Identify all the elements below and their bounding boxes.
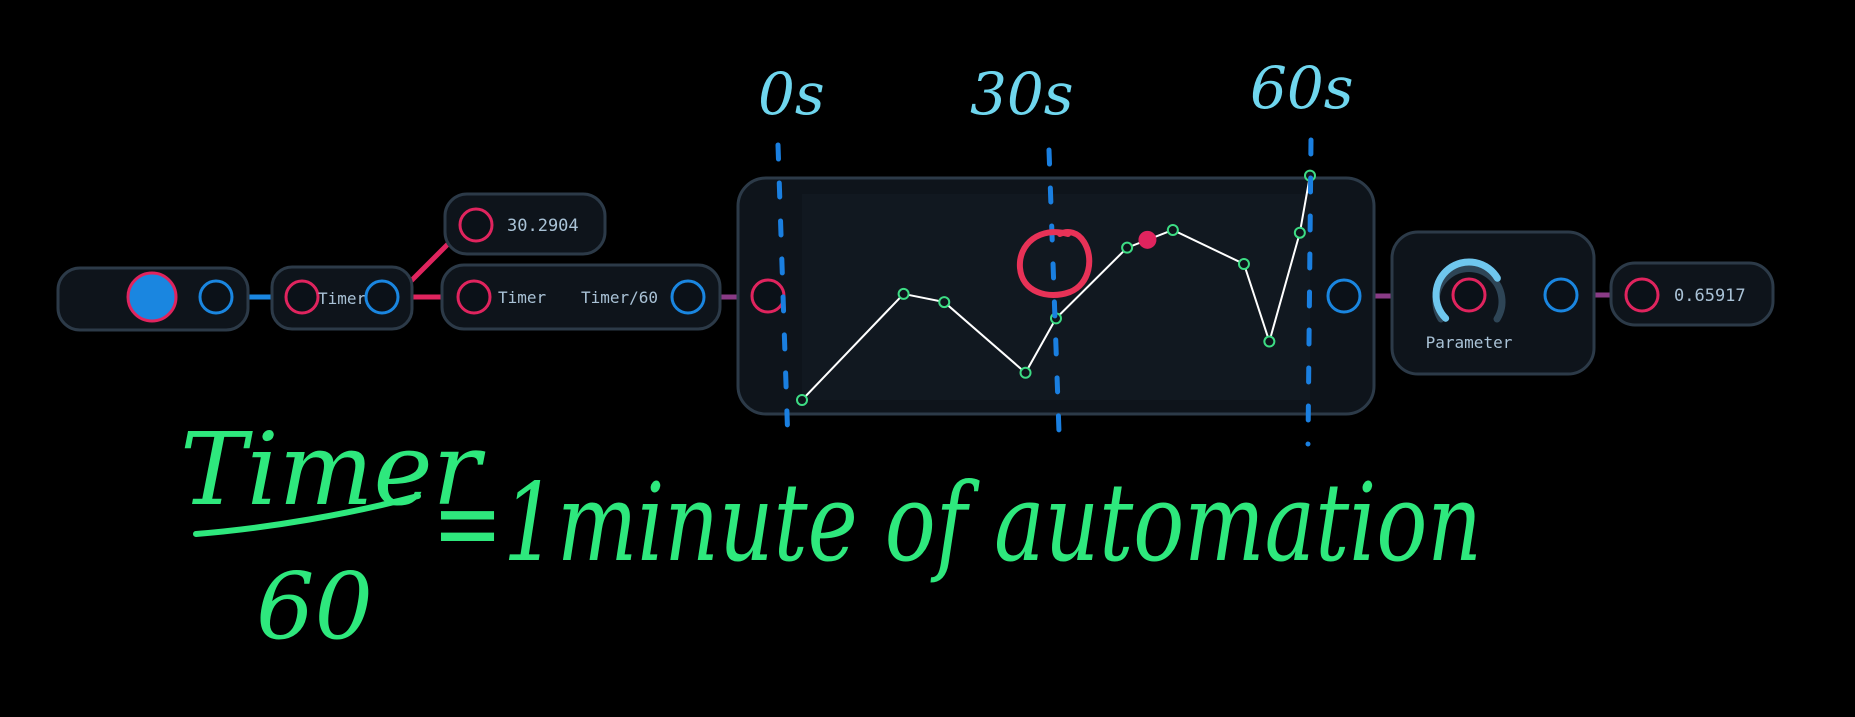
parameter-knob-icon[interactable] [1451,277,1487,313]
output-input-port[interactable] [1624,277,1660,313]
node-graph-canvas: Timer 30.2904 Timer Timer/60 Parameter 0… [56,54,1775,660]
annotation-denominator: 60 [256,553,373,660]
value-display-node[interactable]: 30.2904 [443,192,607,256]
trigger-node[interactable] [56,266,250,332]
automation-input-port[interactable] [750,278,786,314]
display-input-port[interactable] [458,207,494,243]
playhead-dot [1138,230,1157,249]
automation-point[interactable] [1293,226,1306,239]
automation-output-port[interactable] [1326,278,1362,314]
automation-point[interactable] [796,394,808,406]
annotation-equation: =1minute of automation [432,461,1482,586]
automation-point[interactable] [1166,224,1179,236]
automation-point[interactable] [1263,335,1276,348]
record-button-icon[interactable] [126,271,178,323]
automation-point[interactable] [1237,258,1250,270]
expression-input-label: Timer [498,288,547,307]
marker-label-60s: 60s [1250,54,1354,122]
timer-output-port[interactable] [364,279,400,315]
display-value: 30.2904 [507,216,579,236]
automation-point[interactable] [938,296,951,309]
marker-label-30s: 30s [970,60,1074,128]
automation-point[interactable] [1019,366,1032,379]
timer-source-label: Timer [318,289,367,308]
expression-node[interactable]: Timer Timer/60 [440,263,722,331]
marker-label-0s: 0s [758,60,825,128]
output-value-node[interactable]: 0.65917 [1609,261,1775,327]
timer-input-port[interactable] [284,279,320,315]
automation-point[interactable] [897,287,910,300]
timer-source-node[interactable]: Timer [270,265,414,331]
expression-input-port[interactable] [456,279,492,315]
expression-output-port[interactable] [670,279,706,315]
handwritten-annotation: Timer 60 =1minute of automation [180,411,1482,660]
trigger-output-port[interactable] [198,279,234,315]
parameter-node[interactable]: Parameter [1390,230,1596,376]
expression-output-label: Timer/60 [581,288,658,307]
output-value: 0.65917 [1674,286,1746,306]
parameter-label: Parameter [1426,333,1513,352]
automation-point[interactable] [1121,241,1134,254]
parameter-output-port[interactable] [1543,277,1579,313]
